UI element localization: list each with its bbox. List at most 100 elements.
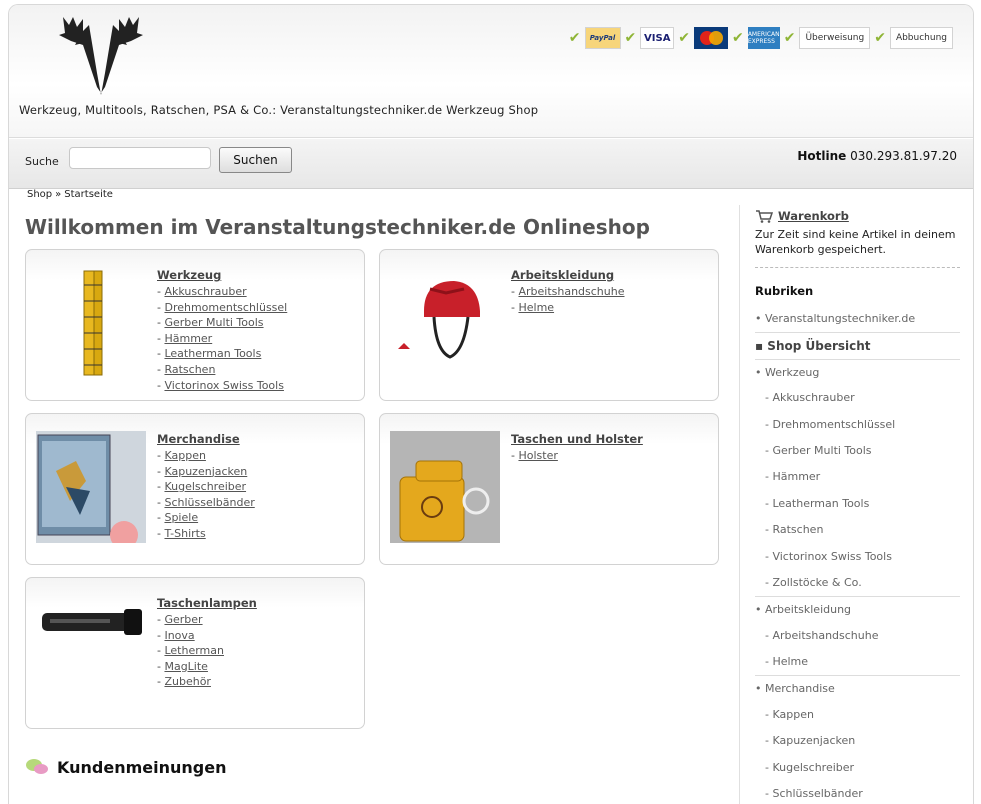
subcategory-link[interactable]: Zubehör [164, 675, 210, 688]
subcategory-item: - Hämmer [157, 331, 213, 345]
check-icon: ✔ [783, 30, 796, 46]
subcategory-item: - Arbeitshandschuhe [511, 285, 625, 298]
search-button[interactable]: Suchen [219, 147, 292, 173]
speech-bubbles-icon [26, 759, 48, 774]
category-box-merchandise: Merchandise - Kappen - Kapuzenjacken - K… [25, 413, 365, 565]
subcategory-item: - Akkuschrauber [157, 285, 247, 298]
sidebar-item[interactable]: • Merchandise [755, 675, 960, 701]
subcategory-link[interactable]: Spiele [164, 511, 198, 524]
flashlight-image[interactable] [36, 595, 146, 707]
paypal-logo: PayPal [584, 27, 621, 49]
cart-header: Warenkorb [755, 209, 959, 223]
sidebar-item[interactable]: • Arbeitskleidung [755, 596, 960, 622]
subcategory-item: - Kugelschreiber [157, 480, 247, 494]
sidebar-subitem[interactable]: - Arbeitshandschuhe [755, 623, 960, 649]
sidebar-subitem[interactable]: - Gerber Multi Tools [755, 438, 960, 464]
sidebar-item[interactable]: • Veranstaltungstechniker.de [755, 306, 960, 332]
category-text: Merchandise - Kappen - Kapuzenjacken - K… [157, 432, 255, 542]
category-link-arbeitskleidung[interactable]: Arbeitskleidung [511, 268, 625, 282]
breadcrumb-shop-link[interactable]: Shop [27, 189, 52, 200]
sidebar-subitem[interactable]: - Kappen [755, 702, 960, 728]
logo-icon[interactable] [53, 15, 149, 97]
ueberweisung-label: Überweisung [799, 27, 871, 49]
sidebar: Warenkorb Zur Zeit sind keine Artikel in… [739, 205, 960, 804]
subcategory-link[interactable]: Kappen [164, 449, 205, 462]
subcategory-link[interactable]: Drehmomentschlüssel [164, 301, 287, 314]
hotline: Hotline 030.293.81.97.20 [797, 149, 957, 163]
sidebar-subitem[interactable]: - Kapuzenjacken [755, 728, 960, 754]
sidebar-item[interactable]: ▪ Shop Übersicht [755, 332, 960, 358]
subcategory-link[interactable]: Akkuschrauber [164, 285, 246, 298]
site-tagline: Werkzeug, Multitools, Ratschen, PSA & Co… [19, 103, 539, 117]
subcategory-link[interactable]: Schlüsselbänder [164, 496, 254, 509]
subcategory-link[interactable]: Leatherman Tools [164, 347, 261, 360]
reviews-title: Kundenmeinungen [57, 757, 227, 777]
subcategory-item: - Gerber Multi Tools [157, 316, 264, 330]
header: Werkzeug, Multitools, Ratschen, PSA & Co… [9, 5, 973, 138]
page-frame: Werkzeug, Multitools, Ratschen, PSA & Co… [8, 4, 974, 804]
breadcrumb-separator: » [55, 189, 62, 200]
category-box-taschenlampen: Taschenlampen - Gerber - Inova - Letherm… [25, 577, 365, 729]
subcategory-link[interactable]: Arbeitshandschuhe [518, 285, 624, 298]
subcategory-link[interactable]: Kugelschreiber [164, 480, 246, 493]
subcategory-link[interactable]: Gerber [164, 613, 202, 626]
reviews-heading: Kundenmeinungen [25, 757, 226, 777]
subcategory-item: - Kapuzenjacken [157, 464, 248, 478]
abbuchung-label: Abbuchung [889, 27, 953, 49]
sidebar-subitem[interactable]: - Schlüsselbänder [755, 781, 960, 804]
subcategory-link[interactable]: Kapuzenjacken [164, 465, 247, 478]
category-link-taschenlampen[interactable]: Taschenlampen [157, 596, 257, 610]
cart-link[interactable]: Warenkorb [778, 209, 849, 223]
subcategory-link[interactable]: Letherman [164, 644, 224, 657]
subcategory-link[interactable]: Holster [518, 449, 557, 462]
category-link-werkzeug[interactable]: Werkzeug [157, 268, 287, 282]
check-icon: ✔ [874, 30, 886, 46]
sidebar-subitem[interactable]: - Helme [755, 649, 960, 675]
subcategory-link[interactable]: Victorinox Swiss Tools [164, 379, 283, 392]
subcategory-item: - Victorinox Swiss Tools [157, 378, 284, 392]
subcategory-link[interactable]: Helme [518, 301, 554, 314]
merchandise-image[interactable] [36, 431, 146, 543]
check-icon: ✔ [624, 30, 637, 46]
holster-image[interactable] [390, 431, 500, 543]
subcategory-link[interactable]: Ratschen [164, 363, 215, 376]
hotline-label: Hotline [797, 149, 847, 163]
subcategory-item: - Zubehör [157, 675, 211, 689]
subcategory-item: - Helme [511, 300, 555, 314]
subcategory-link[interactable]: T-Shirts [164, 527, 205, 540]
subcategory-item: - Ratschen [157, 362, 216, 376]
subcategory-item: - Drehmomentschlüssel [157, 300, 288, 314]
sidebar-subitem[interactable]: - Drehmomentschlüssel [755, 412, 960, 438]
subcategory-item: - Leatherman Tools [157, 347, 262, 361]
category-text: Arbeitskleidung - Arbeitshandschuhe - He… [511, 268, 625, 315]
subcategory-link[interactable]: MagLite [164, 660, 207, 673]
category-text: Taschenlampen - Gerber - Inova - Letherm… [157, 596, 257, 690]
check-icon: ✔ [568, 30, 581, 46]
subcategory-link[interactable]: Inova [164, 629, 194, 642]
subcategory-link[interactable]: Gerber Multi Tools [164, 316, 263, 329]
sidebar-subitem[interactable]: - Leatherman Tools [755, 491, 960, 517]
folding-rule-image[interactable] [36, 267, 146, 379]
sidebar-subitem[interactable]: - Ratschen [755, 517, 960, 543]
subcategory-link[interactable]: Hämmer [164, 332, 212, 345]
category-text: Werkzeug - Akkuschrauber - Drehmomentsch… [157, 268, 287, 393]
category-link-taschen-und-holster[interactable]: Taschen und Holster [511, 432, 643, 446]
helmet-image[interactable] [390, 267, 500, 379]
sidebar-subitem[interactable]: - Hämmer [755, 464, 960, 490]
sidebar-subitem[interactable]: - Kugelschreiber [755, 755, 960, 781]
subcategory-item: - Spiele [157, 511, 199, 525]
breadcrumb-current: Startseite [64, 189, 113, 200]
category-box-arbeitskleidung: Arbeitskleidung - Arbeitshandschuhe - He… [379, 249, 719, 401]
sidebar-subitem[interactable]: - Victorinox Swiss Tools [755, 544, 960, 570]
payment-methods: ✔ PayPal ✔ VISA ✔ ✔ AMERICAN EXPRESS ✔ Ü… [569, 27, 953, 49]
sidebar-subitem[interactable]: - Akkuschrauber [755, 385, 960, 411]
hotline-number: 030.293.81.97.20 [850, 149, 957, 163]
search-input[interactable] [69, 147, 211, 169]
sidebar-subitem[interactable]: - Zollstöcke & Co. [755, 570, 960, 596]
subcategory-item: - Inova [157, 628, 195, 642]
cart-empty-text: Zur Zeit sind keine Artikel in deinem Wa… [755, 227, 960, 268]
cart-icon [756, 210, 773, 223]
breadcrumb: Shop» Startseite [27, 189, 113, 200]
sidebar-item[interactable]: • Werkzeug [755, 358, 960, 385]
category-link-merchandise[interactable]: Merchandise [157, 432, 255, 446]
